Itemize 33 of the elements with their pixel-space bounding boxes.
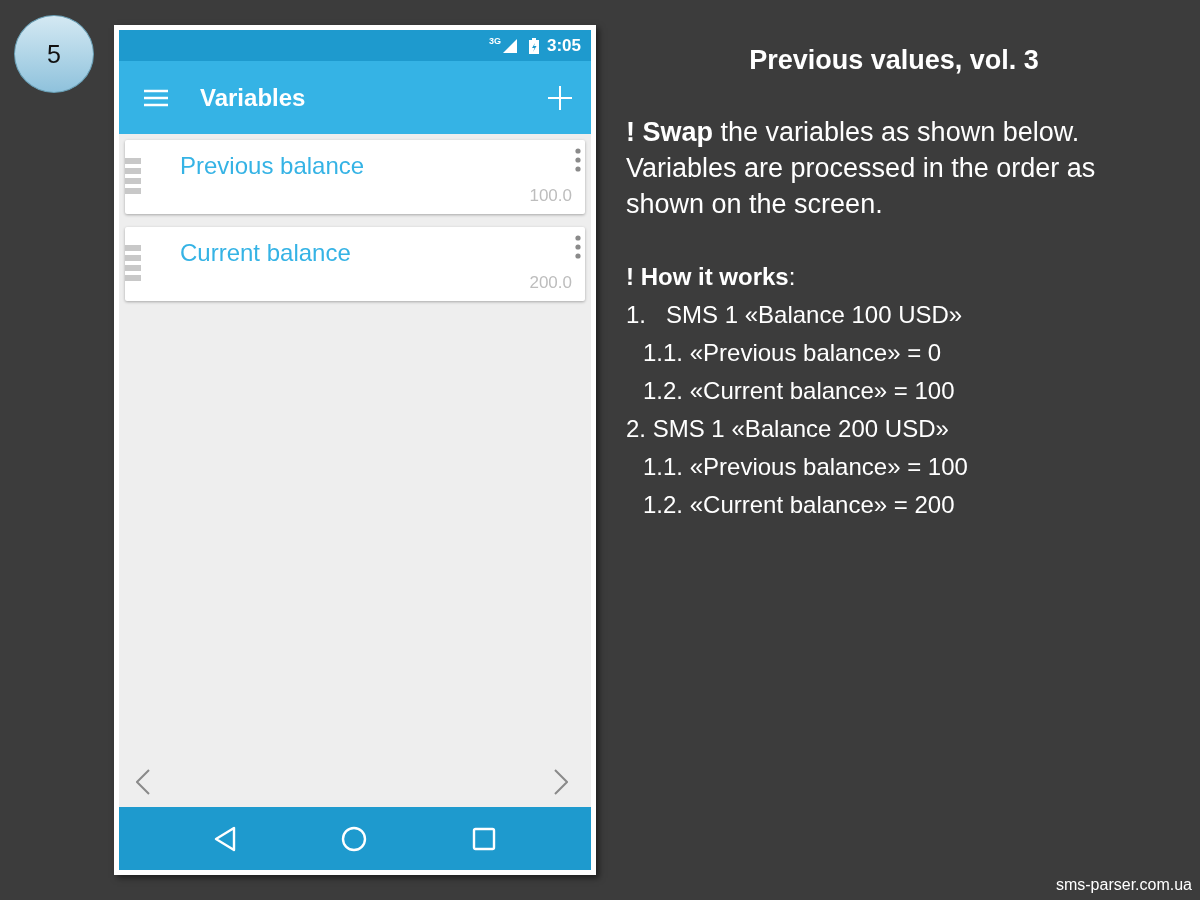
slide-number: 5 xyxy=(14,15,94,93)
footer-url: sms-parser.com.ua xyxy=(1054,876,1192,894)
status-time: 3:05 xyxy=(546,35,581,56)
variable-card[interactable]: Current balance 200.0 xyxy=(125,227,585,301)
intro-paragraph: ! Swap the variables as shown below. Variables are processed in the order as shown on the screen. xyxy=(626,116,1097,221)
add-icon[interactable] xyxy=(547,84,573,111)
step-line: 2. SMS 1 «Balance 200 USD» xyxy=(626,414,950,444)
variable-name: Previous balance xyxy=(180,152,365,180)
more-options-icon[interactable] xyxy=(575,148,581,172)
battery-icon xyxy=(528,37,539,54)
network-type: 3G xyxy=(488,36,501,46)
app-title: Variables xyxy=(200,83,307,112)
substep-line: 1.1. «Previous balance» = 100 xyxy=(642,452,969,482)
more-options-icon[interactable] xyxy=(575,235,581,259)
variable-value: 100.0 xyxy=(529,186,572,206)
chevron-right-icon[interactable] xyxy=(554,769,568,795)
home-icon[interactable] xyxy=(341,825,367,852)
substep-line: 1.1. «Previous balance» = 0 xyxy=(642,338,943,368)
menu-icon[interactable] xyxy=(143,87,169,108)
signal-icon xyxy=(502,38,517,53)
substep-line: 1.2. «Current balance» = 200 xyxy=(642,490,956,520)
step-line: 1. SMS 1 «Balance 100 USD» xyxy=(626,300,964,330)
drag-handle-icon[interactable] xyxy=(125,158,141,196)
how-heading: ! How it works: xyxy=(626,262,797,292)
variable-card[interactable]: Previous balance 100.0 xyxy=(125,140,585,214)
recents-icon[interactable] xyxy=(472,826,496,851)
chevron-left-icon[interactable] xyxy=(136,769,150,795)
substep-line: 1.2. «Current balance» = 100 xyxy=(642,376,956,406)
slide-title: Previous values, vol. 3 xyxy=(748,45,1040,76)
variable-name: Current balance xyxy=(180,239,351,267)
drag-handle-icon[interactable] xyxy=(125,245,141,283)
back-icon[interactable] xyxy=(214,825,236,852)
variable-value: 200.0 xyxy=(529,273,572,293)
